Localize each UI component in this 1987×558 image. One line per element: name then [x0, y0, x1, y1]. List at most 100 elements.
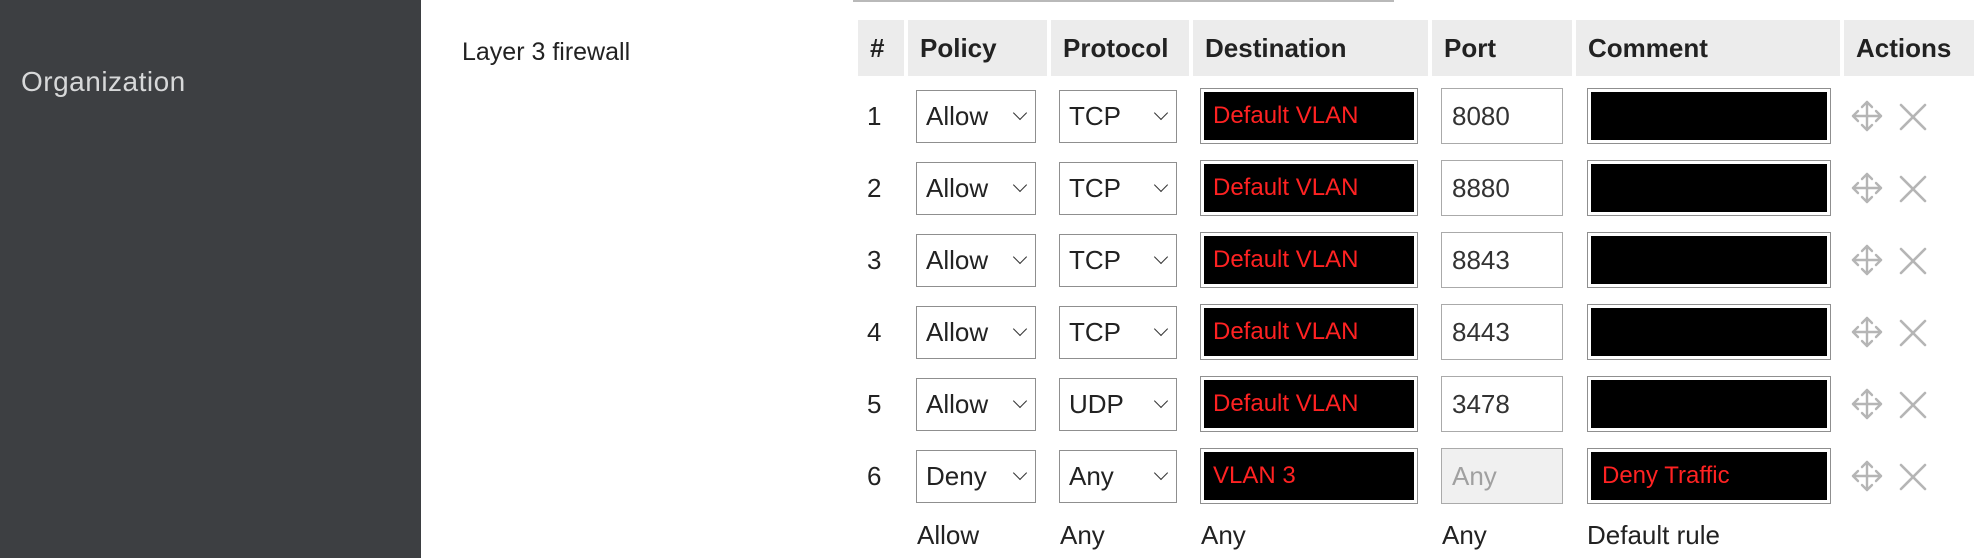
default-rule-comment: Default rule: [1587, 520, 1720, 550]
policy-select[interactable]: Allow: [916, 234, 1036, 287]
chevron-down-icon: [1153, 321, 1169, 337]
chevron-down-icon: [1012, 321, 1028, 337]
default-rule-destination: Any: [1201, 520, 1246, 550]
protocol-select-value: Any: [1069, 461, 1114, 491]
move-arrows-icon[interactable]: [1850, 387, 1884, 421]
policy-select-value: Allow: [926, 101, 989, 131]
chevron-down-icon: [1153, 393, 1169, 409]
comment-input[interactable]: [1587, 88, 1831, 144]
chevron-down-icon: [1012, 105, 1028, 121]
sidebar-item-organization[interactable]: Organization: [21, 66, 186, 98]
close-x-icon[interactable]: [1896, 460, 1930, 494]
destination-value: Default VLAN: [1204, 236, 1414, 284]
close-x-icon[interactable]: [1896, 172, 1930, 206]
chevron-down-icon: [1153, 249, 1169, 265]
protocol-select-value: TCP: [1069, 101, 1121, 131]
protocol-select[interactable]: TCP: [1059, 162, 1177, 215]
move-arrows-icon[interactable]: [1850, 315, 1884, 349]
protocol-select-value: TCP: [1069, 173, 1121, 203]
comment-value: [1591, 164, 1827, 212]
close-x-icon[interactable]: [1896, 244, 1930, 278]
destination-value: Default VLAN: [1204, 92, 1414, 140]
header-actions: Actions: [1844, 20, 1974, 76]
rule-number: 6: [867, 461, 882, 491]
sidebar: Organization: [0, 0, 421, 558]
protocol-select[interactable]: TCP: [1059, 306, 1177, 359]
destination-value: Default VLAN: [1204, 164, 1414, 212]
destination-input[interactable]: Default VLAN: [1200, 232, 1418, 288]
port-input[interactable]: 8880: [1441, 160, 1563, 216]
close-x-icon[interactable]: [1896, 316, 1930, 350]
chevron-down-icon: [1012, 249, 1028, 265]
header-destination: Destination: [1193, 20, 1428, 76]
section-title: Layer 3 firewall: [462, 38, 631, 66]
policy-select-value: Allow: [926, 317, 989, 347]
close-x-icon[interactable]: [1896, 388, 1930, 422]
header-number: #: [858, 20, 904, 76]
close-x-icon[interactable]: [1896, 100, 1930, 134]
policy-select[interactable]: Deny: [916, 450, 1036, 503]
chevron-down-icon: [1012, 465, 1028, 481]
protocol-select[interactable]: TCP: [1059, 90, 1177, 143]
move-arrows-icon[interactable]: [1850, 171, 1884, 205]
policy-select-value: Deny: [926, 461, 987, 491]
policy-select-value: Allow: [926, 389, 989, 419]
comment-input[interactable]: [1587, 304, 1831, 360]
header-comment: Comment: [1576, 20, 1840, 76]
comment-input[interactable]: [1587, 376, 1831, 432]
protocol-select[interactable]: Any: [1059, 450, 1177, 503]
policy-select[interactable]: Allow: [916, 378, 1036, 431]
rule-number: 5: [867, 389, 882, 419]
comment-value: [1591, 92, 1827, 140]
port-input[interactable]: 8080: [1441, 88, 1563, 144]
chevron-down-icon: [1153, 177, 1169, 193]
default-rule-port: Any: [1442, 520, 1487, 550]
protocol-select-value: TCP: [1069, 245, 1121, 275]
default-rule-policy: Allow: [917, 520, 980, 550]
destination-input[interactable]: VLAN 3: [1200, 448, 1418, 504]
protocol-select[interactable]: UDP: [1059, 378, 1177, 431]
port-input[interactable]: 8443: [1441, 304, 1563, 360]
comment-input[interactable]: Deny Traffic: [1587, 448, 1831, 504]
policy-select[interactable]: Allow: [916, 90, 1036, 143]
rule-number: 3: [867, 245, 882, 275]
chevron-down-icon: [1153, 465, 1169, 481]
chevron-down-icon: [1012, 177, 1028, 193]
comment-input[interactable]: [1587, 232, 1831, 288]
destination-input[interactable]: Default VLAN: [1200, 304, 1418, 360]
destination-input[interactable]: Default VLAN: [1200, 376, 1418, 432]
port-input[interactable]: Any: [1441, 448, 1563, 504]
policy-select[interactable]: Allow: [916, 162, 1036, 215]
protocol-select[interactable]: TCP: [1059, 234, 1177, 287]
default-rule-protocol: Any: [1060, 520, 1105, 550]
policy-select-value: Allow: [926, 245, 989, 275]
comment-value: [1591, 308, 1827, 356]
header-policy: Policy: [908, 20, 1047, 76]
policy-select-value: Allow: [926, 173, 989, 203]
comment-input[interactable]: [1587, 160, 1831, 216]
chevron-down-icon: [1012, 393, 1028, 409]
top-input-box: [853, 0, 1394, 2]
destination-value: VLAN 3: [1204, 452, 1414, 500]
destination-input[interactable]: Default VLAN: [1200, 88, 1418, 144]
header-protocol: Protocol: [1051, 20, 1189, 76]
comment-value: [1591, 236, 1827, 284]
protocol-select-value: UDP: [1069, 389, 1124, 419]
comment-value: [1591, 380, 1827, 428]
chevron-down-icon: [1153, 105, 1169, 121]
policy-select[interactable]: Allow: [916, 306, 1036, 359]
destination-value: Default VLAN: [1204, 308, 1414, 356]
move-arrows-icon[interactable]: [1850, 99, 1884, 133]
rule-number: 2: [867, 173, 882, 203]
move-arrows-icon[interactable]: [1850, 459, 1884, 493]
port-input[interactable]: 3478: [1441, 376, 1563, 432]
comment-value: Deny Traffic: [1591, 452, 1827, 500]
destination-value: Default VLAN: [1204, 380, 1414, 428]
move-arrows-icon[interactable]: [1850, 243, 1884, 277]
rule-number: 1: [867, 101, 882, 131]
header-port: Port: [1432, 20, 1572, 76]
rule-number: 4: [867, 317, 882, 347]
destination-input[interactable]: Default VLAN: [1200, 160, 1418, 216]
protocol-select-value: TCP: [1069, 317, 1121, 347]
port-input[interactable]: 8843: [1441, 232, 1563, 288]
